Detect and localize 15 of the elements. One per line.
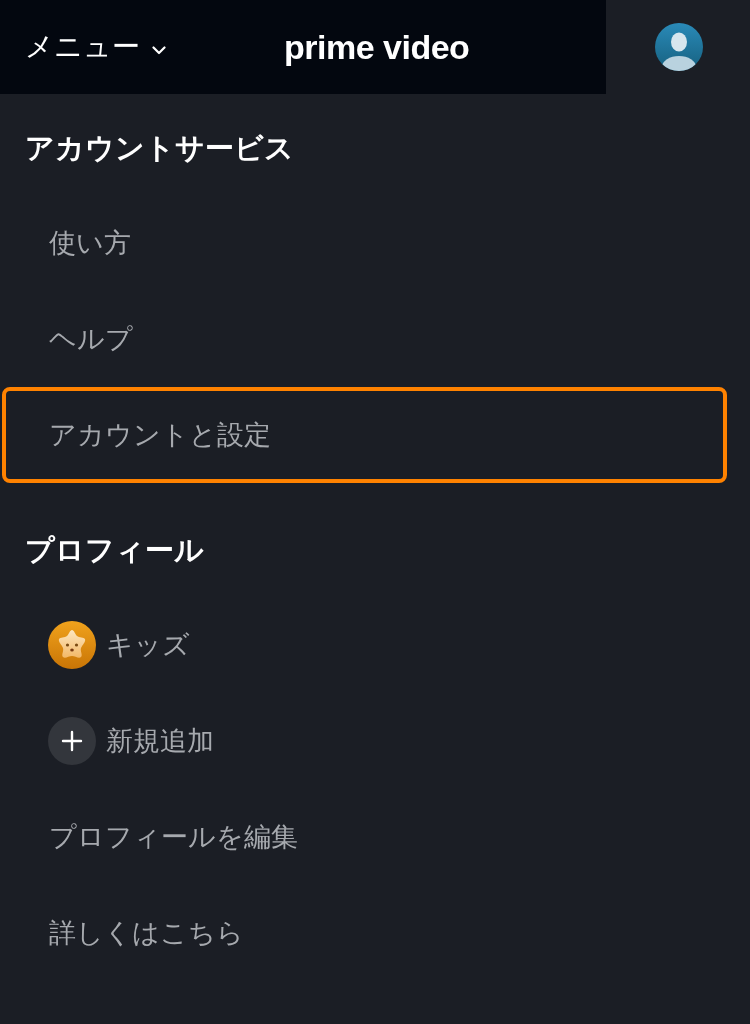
menu-item[interactable]: 詳しくはこちら [2,885,727,981]
section-heading: プロフィール [24,532,205,569]
plus-icon [48,717,96,765]
star-face-icon [48,621,96,669]
menu-item[interactable]: プロフィールを編集 [2,789,727,885]
menu-item[interactable]: キッズ [2,597,727,693]
menu-item[interactable]: 新規追加 [2,693,727,789]
menu-item[interactable]: ヘルプ [2,291,727,387]
menu-button[interactable]: メニュー [25,28,166,66]
avatar-icon[interactable] [655,23,703,71]
chevron-down-icon [152,45,166,55]
menu-item[interactable]: 使い方 [2,195,727,291]
section-heading: アカウントサービス [24,130,295,167]
logo-text: prime video [284,27,470,67]
menu-item[interactable]: アカウントと設定 [2,387,727,483]
